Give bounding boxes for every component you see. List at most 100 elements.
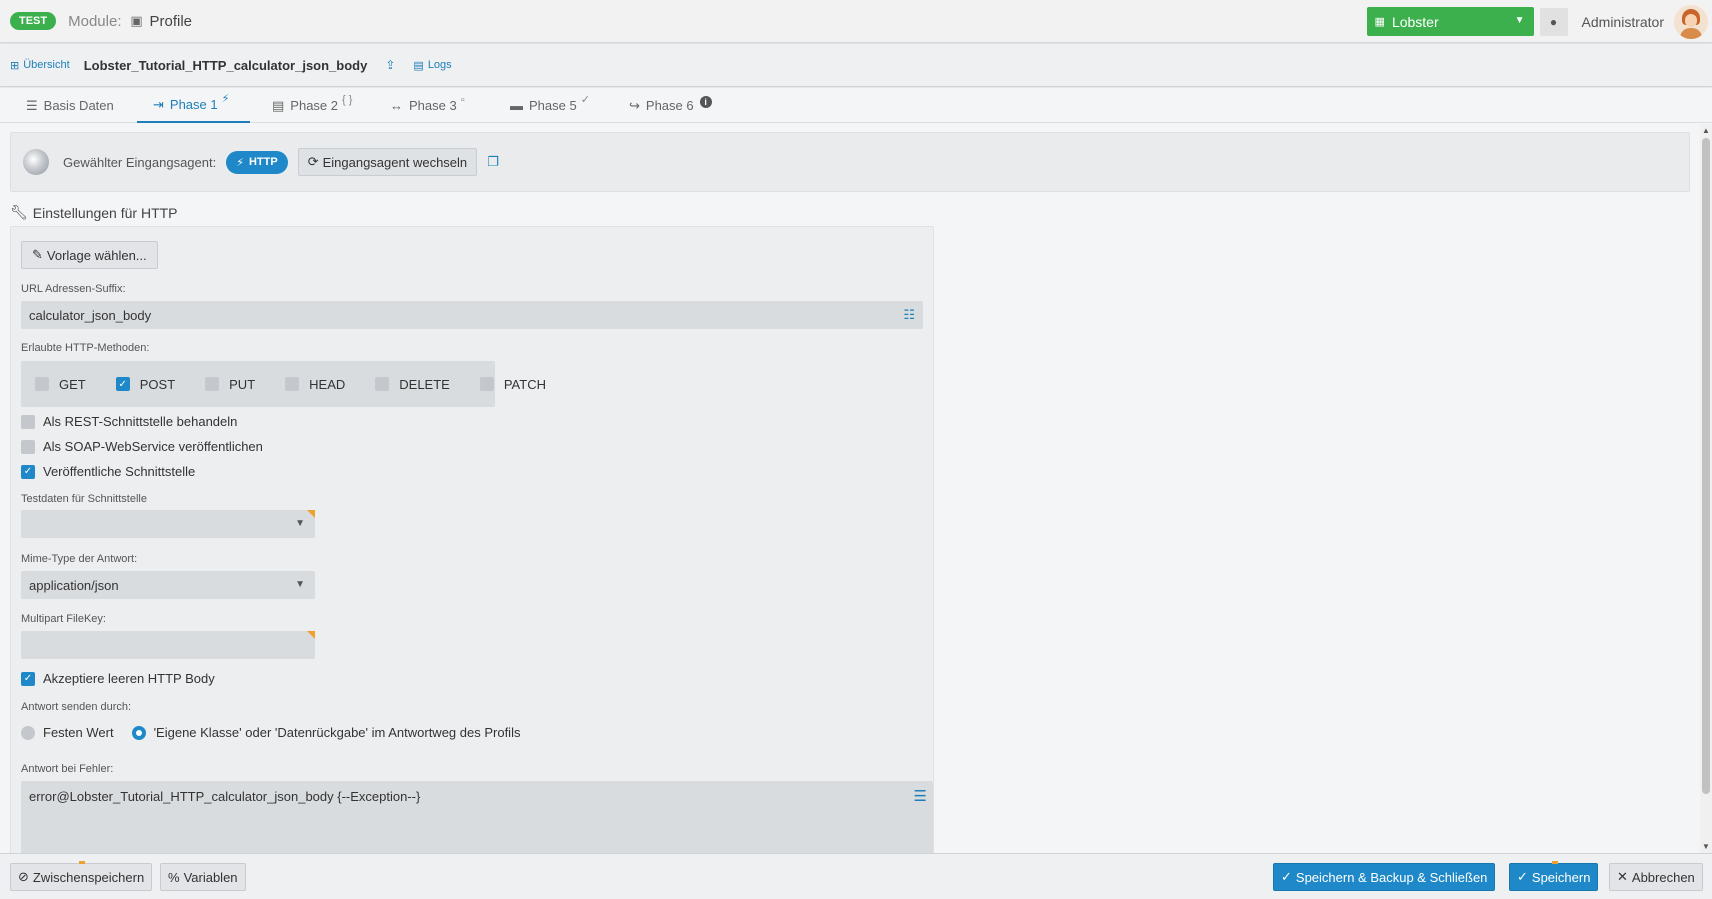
response-via-group: Festen Wert 'Eigene Klasse' oder 'Datenr… xyxy=(21,725,520,740)
error-response-textarea[interactable]: error@Lobster_Tutorial_HTTP_calculator_j… xyxy=(21,781,933,853)
list-icon[interactable]: ☷ xyxy=(903,307,915,323)
braces-icon: { } xyxy=(342,93,353,106)
tab-phase-6[interactable]: ↪ Phase 6 i xyxy=(629,88,712,123)
choose-template-button[interactable]: ✎ Vorlage wählen... xyxy=(21,241,158,269)
building-icon: ▦ xyxy=(1374,16,1385,28)
method-label: POST xyxy=(139,376,176,392)
chat-icon: ● xyxy=(1549,14,1558,29)
server-icon: ▬ xyxy=(510,98,523,113)
multipart-filekey-input[interactable] xyxy=(21,631,315,659)
info-icon: i xyxy=(699,95,712,108)
empty-body-label: Akzeptiere leeren HTTP Body xyxy=(43,671,215,686)
avatar[interactable] xyxy=(1674,4,1708,39)
user-name[interactable]: Administrator xyxy=(1582,14,1664,30)
chevron-down-icon: ▼ xyxy=(295,579,305,590)
bolt-icon: ⚡ xyxy=(221,93,230,105)
tab-phase-3[interactable]: ↔ Phase 3 ▫ xyxy=(390,88,465,123)
interim-save-label: Zwischenspeichern xyxy=(32,869,145,885)
method-label: PUT xyxy=(229,376,256,392)
method-get[interactable]: GET xyxy=(35,377,86,392)
marker xyxy=(79,861,85,864)
tab-phase-5[interactable]: ▬ Phase 5 ✓ xyxy=(510,88,590,123)
error-response-label: Antwort bei Fehler: xyxy=(21,763,114,775)
checkbox[interactable] xyxy=(205,377,220,391)
url-suffix-value: calculator_json_body xyxy=(29,307,152,323)
empty-body-option[interactable]: ✓ Akzeptiere leeren HTTP Body xyxy=(21,671,215,686)
method-head[interactable]: HEAD xyxy=(285,377,345,392)
refresh-icon: ⟳ xyxy=(307,154,319,169)
chat-button[interactable]: ● xyxy=(1539,7,1568,36)
interim-save-button[interactable]: ⊘ Zwischenspeichern xyxy=(10,861,153,891)
scroll-down-icon[interactable]: ▼ xyxy=(1702,842,1710,851)
method-delete[interactable]: DELETE xyxy=(375,377,450,392)
cancel-button[interactable]: ✕ Abbrechen xyxy=(1609,863,1703,891)
phase-tabs: ☰ Basis Daten ⇥ Phase 1 ⚡ ▤ Phase 2 { } … xyxy=(0,88,1712,123)
radio-fixed-value[interactable] xyxy=(21,725,35,740)
required-marker xyxy=(307,510,315,518)
file-icon: ▤ xyxy=(272,97,285,113)
fixed-value-label: Festen Wert xyxy=(43,725,114,740)
vertical-scrollbar[interactable]: ▲ ▼ xyxy=(1700,124,1712,853)
checkbox[interactable]: ✓ xyxy=(115,377,130,391)
percent-icon: % xyxy=(168,869,180,885)
overview-link[interactable]: ⊞ Übersicht xyxy=(10,59,70,72)
scroll-thumb[interactable] xyxy=(1702,138,1710,794)
checkbox[interactable] xyxy=(21,439,35,454)
method-label: HEAD xyxy=(309,376,346,392)
checkbox[interactable] xyxy=(21,414,35,429)
switch-agent-button[interactable]: ⟳ Eingangsagent wechseln xyxy=(297,148,478,176)
checkbox[interactable] xyxy=(479,377,494,391)
logs-link[interactable]: ▤ Logs xyxy=(413,59,451,72)
save-label: Speichern xyxy=(1531,869,1591,885)
tab-label: Phase 3 xyxy=(409,98,457,113)
variables-button[interactable]: % Variablen xyxy=(160,863,246,891)
method-label: GET xyxy=(59,376,86,392)
marker xyxy=(1552,861,1558,864)
http-agent-badge[interactable]: ⚡ HTTP xyxy=(226,150,288,174)
tab-phase-2[interactable]: ▤ Phase 2 { } xyxy=(272,88,352,123)
method-patch[interactable]: PATCH xyxy=(479,376,546,392)
cancel-label: Abbrechen xyxy=(1631,869,1695,885)
testdata-select[interactable]: ▼ xyxy=(21,510,315,538)
tab-label: Phase 5 xyxy=(529,98,577,113)
tab-phase-1[interactable]: ⇥ Phase 1 ⚡ xyxy=(137,88,250,123)
sign-in-icon: ⇥ xyxy=(153,96,164,112)
checkbox[interactable]: ✓ xyxy=(21,464,35,479)
share-icon: ↪ xyxy=(629,97,640,113)
method-post[interactable]: ✓ POST xyxy=(115,376,176,392)
checkbox[interactable]: ✓ xyxy=(21,671,35,686)
check-icon: ✓ xyxy=(1517,869,1528,884)
scroll-up-icon[interactable]: ▲ xyxy=(1702,126,1710,135)
method-label: PATCH xyxy=(503,376,546,392)
chevron-down-icon: ▼ xyxy=(1514,15,1525,26)
radio-own-class[interactable] xyxy=(131,725,146,740)
variables-label: Variablen xyxy=(183,869,238,885)
checkbox[interactable] xyxy=(285,377,300,391)
method-put[interactable]: PUT xyxy=(205,377,255,392)
module-name[interactable]: Profile xyxy=(150,13,193,30)
tab-label: Phase 6 xyxy=(645,98,694,113)
environment-badge: TEST xyxy=(10,12,57,30)
tab-basis-daten[interactable]: ☰ Basis Daten xyxy=(26,88,114,123)
tab-label: Basis Daten xyxy=(43,98,114,113)
checkbox[interactable] xyxy=(35,377,49,391)
public-interface-option[interactable]: ✓ Veröffentliche Schnittstelle xyxy=(21,464,195,479)
required-marker xyxy=(307,631,315,639)
rest-option[interactable]: Als REST-Schnittstelle behandeln xyxy=(21,414,237,429)
soap-option[interactable]: Als SOAP-WebService veröffentlichen xyxy=(21,439,263,454)
save-backup-close-label: Speichern & Backup & Schließen xyxy=(1295,869,1488,885)
copy-icon[interactable]: ❐ xyxy=(487,154,499,170)
multipart-label: Multipart FileKey: xyxy=(21,613,106,625)
save-button[interactable]: ✓ Speichern xyxy=(1509,861,1599,891)
input-agent-label: Gewählter Eingangsagent: xyxy=(63,154,217,170)
checkbox[interactable] xyxy=(375,377,390,391)
arrows-h-icon: ↔ xyxy=(390,98,403,113)
mime-type-select[interactable]: application/json ▼ xyxy=(21,571,315,599)
url-suffix-input[interactable]: calculator_json_body ☷ xyxy=(21,301,923,329)
export-icon[interactable]: ⇪ xyxy=(385,58,395,72)
instance-select[interactable]: ▦ Lobster ▼ xyxy=(1366,7,1534,36)
menu-icon[interactable]: ☰ xyxy=(914,787,927,805)
magic-wand-icon: ✎ xyxy=(32,247,43,262)
save-backup-close-button[interactable]: ✓ Speichern & Backup & Schließen xyxy=(1273,863,1496,891)
switch-agent-label: Eingangsagent wechseln xyxy=(322,154,468,170)
